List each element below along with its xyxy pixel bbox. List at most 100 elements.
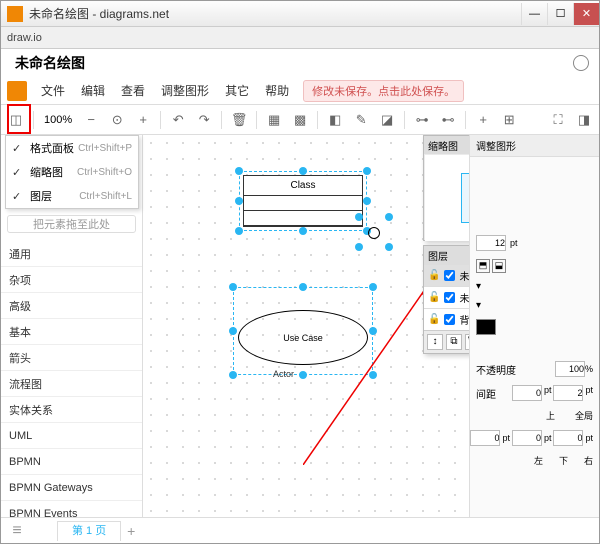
layer-row[interactable]: 🔓 未命名图层 ▴ bbox=[424, 286, 469, 308]
actor-label: Actor bbox=[273, 369, 294, 379]
insert-icon[interactable]: + bbox=[472, 109, 494, 131]
format-tab[interactable]: 调整图形 bbox=[470, 135, 599, 157]
category-uml[interactable]: UML bbox=[1, 423, 142, 449]
add-page-button[interactable]: + bbox=[121, 521, 141, 541]
menu-file[interactable]: 文件 bbox=[33, 82, 73, 99]
category-flowchart[interactable]: 流程图 bbox=[1, 371, 142, 397]
category-arrows[interactable]: 箭头 bbox=[1, 345, 142, 371]
layer-visible-checkbox[interactable] bbox=[444, 270, 455, 281]
category-bpmn[interactable]: BPMN bbox=[1, 449, 142, 475]
selection-handles[interactable] bbox=[359, 217, 389, 247]
align-bottom-icon[interactable]: ⬓ bbox=[492, 259, 506, 273]
toolbar: ◫ 100% − ⊙ + ↶ ↷ 🗑 ▦ ▩ ◧ ✎ ◪ ⊶ ⊷ + ⊞ ⛶ ◨ bbox=[1, 105, 599, 135]
layers-panel[interactable]: 图层 –× 🔓 未命名图层 ▾ 🔓 未命名图层 ▴ 🔓 bbox=[423, 245, 469, 354]
address-bar[interactable]: draw.io bbox=[1, 27, 599, 49]
sidebar: ✓ 格式面板 Ctrl+Shift+P ✓ 缩略图 Ctrl+Shift+O ✓… bbox=[1, 135, 143, 517]
save-notice[interactable]: 修改未保存。点击此处保存。 bbox=[303, 80, 464, 102]
zoom-out-icon[interactable]: − bbox=[80, 109, 102, 131]
undo-icon[interactable]: ↶ bbox=[167, 109, 189, 131]
category-general[interactable]: 通用 bbox=[1, 241, 142, 267]
language-icon[interactable] bbox=[573, 55, 589, 71]
zoom-fit-icon[interactable]: ⊙ bbox=[106, 109, 128, 131]
view-menu-layers[interactable]: ✓ 图层 Ctrl+Shift+L bbox=[6, 184, 138, 208]
menu-arrange[interactable]: 调整图形 bbox=[153, 82, 217, 99]
to-front-icon[interactable]: ▦ bbox=[263, 109, 285, 131]
to-back-icon[interactable]: ▩ bbox=[289, 109, 311, 131]
titlebar: 未命名绘图 - diagrams.net — ☐ ✕ bbox=[1, 1, 599, 27]
redo-icon[interactable]: ↷ bbox=[193, 109, 215, 131]
size-input[interactable] bbox=[476, 235, 506, 251]
layer-visible-checkbox[interactable] bbox=[444, 314, 455, 325]
align-top-icon[interactable]: ⬒ bbox=[476, 259, 490, 273]
chevron-down-icon[interactable]: ▾ bbox=[476, 300, 481, 311]
delete-icon[interactable]: 🗑 bbox=[228, 109, 250, 131]
maximize-button[interactable]: ☐ bbox=[547, 3, 573, 25]
layer-name[interactable]: 未命名图层 bbox=[459, 268, 469, 283]
lock-icon[interactable]: 🔓 bbox=[428, 292, 440, 303]
page-tab[interactable]: 第 1 页 bbox=[57, 521, 121, 541]
outline-viewport[interactable] bbox=[425, 155, 469, 241]
menu-edit[interactable]: 编辑 bbox=[73, 82, 113, 99]
canvas[interactable]: Class Use Case Actor bbox=[143, 135, 469, 517]
zoom-level[interactable]: 100% bbox=[40, 114, 76, 126]
app-logo-icon[interactable] bbox=[7, 81, 27, 101]
check-icon: ✓ bbox=[12, 190, 24, 203]
sidebar-toggle-icon[interactable]: ◫ bbox=[5, 109, 27, 131]
minimize-button[interactable]: — bbox=[521, 3, 547, 25]
spacing-input[interactable] bbox=[553, 385, 583, 401]
layers-title: 图层 bbox=[428, 248, 448, 263]
format-toggle-icon[interactable]: ◨ bbox=[573, 109, 595, 131]
menu-help[interactable]: 帮助 bbox=[257, 82, 297, 99]
spacing-input[interactable] bbox=[470, 430, 500, 446]
document-title[interactable]: 未命名绘图 bbox=[15, 53, 573, 73]
duplicate-layer-icon[interactable]: ⧉ bbox=[446, 334, 462, 350]
menubar: 文件 编辑 查看 调整图形 其它 帮助 修改未保存。点击此处保存。 bbox=[1, 77, 599, 105]
zoom-in-icon[interactable]: + bbox=[132, 109, 154, 131]
category-misc[interactable]: 杂项 bbox=[1, 267, 142, 293]
delete-layer-icon[interactable]: 🗑 bbox=[465, 334, 469, 350]
move-layer-icon[interactable]: ↕ bbox=[427, 334, 443, 350]
layer-name[interactable]: 背景 bbox=[459, 312, 469, 327]
category-basic[interactable]: 基本 bbox=[1, 319, 142, 345]
shadow-icon[interactable]: ◪ bbox=[376, 109, 398, 131]
spacing-input[interactable] bbox=[512, 430, 542, 446]
shape-categories: 通用 杂项 高级 基本 箭头 流程图 实体关系 UML BPMN BPMN Ga… bbox=[1, 241, 142, 517]
category-er[interactable]: 实体关系 bbox=[1, 397, 142, 423]
spacing-input[interactable] bbox=[512, 385, 542, 401]
scratchpad-drop[interactable]: 把元素拖至此处 bbox=[7, 215, 136, 233]
opacity-input[interactable] bbox=[555, 361, 585, 377]
spacing-label: 间距 bbox=[476, 386, 496, 401]
check-icon: ✓ bbox=[12, 142, 24, 155]
color-swatch[interactable] bbox=[476, 319, 496, 335]
spacing-input[interactable] bbox=[553, 430, 583, 446]
lock-icon[interactable]: 🔓 bbox=[428, 270, 440, 281]
line-color-icon[interactable]: ✎ bbox=[350, 109, 372, 131]
menu-view[interactable]: 查看 bbox=[113, 82, 153, 99]
connection-icon[interactable]: ⊶ bbox=[411, 109, 433, 131]
view-menu-popup: ✓ 格式面板 Ctrl+Shift+P ✓ 缩略图 Ctrl+Shift+O ✓… bbox=[5, 135, 139, 209]
layer-row[interactable]: 🔓 未命名图层 ▾ bbox=[424, 264, 469, 286]
selection-handles[interactable] bbox=[239, 171, 367, 231]
outline-rect[interactable] bbox=[461, 173, 469, 223]
footer: ≡ 第 1 页 + bbox=[1, 517, 599, 543]
layer-visible-checkbox[interactable] bbox=[444, 292, 455, 303]
category-advanced[interactable]: 高级 bbox=[1, 293, 142, 319]
pages-menu-icon[interactable]: ≡ bbox=[7, 522, 27, 540]
category-bpmn-events[interactable]: BPMN Events bbox=[1, 501, 142, 517]
layer-name[interactable]: 未命名图层 bbox=[459, 290, 469, 305]
outline-panel[interactable]: 缩略图 –× bbox=[423, 135, 469, 241]
waypoints-icon[interactable]: ⊷ bbox=[437, 109, 459, 131]
category-bpmn-gateways[interactable]: BPMN Gateways bbox=[1, 475, 142, 501]
layer-toolbar: ↕ ⧉ 🗑 ✎ + bbox=[424, 330, 469, 353]
layer-row[interactable]: 🔓 背景 ▴ bbox=[424, 308, 469, 330]
lock-icon[interactable]: 🔓 bbox=[428, 314, 440, 325]
selection-handles[interactable] bbox=[233, 287, 373, 375]
view-menu-format-panel[interactable]: ✓ 格式面板 Ctrl+Shift+P bbox=[6, 136, 138, 160]
fullscreen-icon[interactable]: ⛶ bbox=[547, 109, 569, 131]
view-menu-outline[interactable]: ✓ 缩略图 Ctrl+Shift+O bbox=[6, 160, 138, 184]
close-button[interactable]: ✕ bbox=[573, 3, 599, 25]
chevron-down-icon[interactable]: ▾ bbox=[476, 281, 481, 292]
fill-color-icon[interactable]: ◧ bbox=[324, 109, 346, 131]
table-icon[interactable]: ⊞ bbox=[498, 109, 520, 131]
menu-extras[interactable]: 其它 bbox=[217, 82, 257, 99]
